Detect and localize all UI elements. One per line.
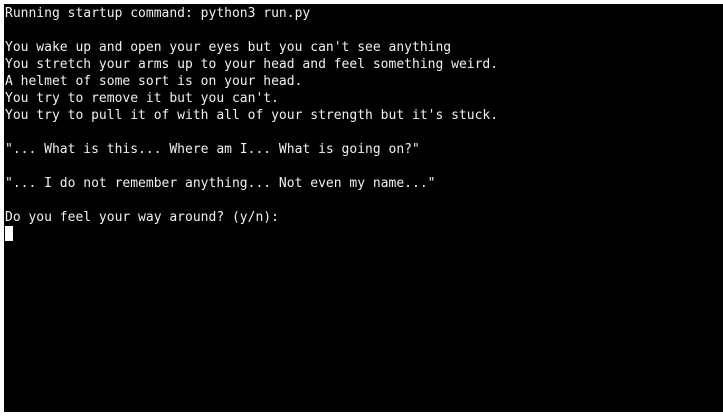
- terminal-line-dialogue: "... I do not remember anything... Not e…: [5, 176, 436, 191]
- terminal-input-line[interactable]: [5, 226, 723, 243]
- terminal-line-story: You wake up and open your eyes but you c…: [5, 40, 452, 55]
- terminal-line-story: A helmet of some sort is on your head.: [5, 74, 303, 89]
- terminal-line-dialogue: "... What is this... Where am I... What …: [5, 142, 420, 157]
- terminal-line-startup-command: Running startup command: python3 run.py: [5, 6, 311, 21]
- terminal-window[interactable]: Running startup command: python3 run.py …: [4, 4, 723, 412]
- terminal-line-story: You stretch your arms up to your head an…: [5, 57, 499, 72]
- terminal-prompt: Do you feel your way around? (y/n):: [5, 210, 279, 225]
- text-cursor: [5, 226, 13, 241]
- terminal-line-story: You try to pull it of with all of your s…: [5, 108, 499, 123]
- terminal-line-story: You try to remove it but you can't.: [5, 91, 279, 106]
